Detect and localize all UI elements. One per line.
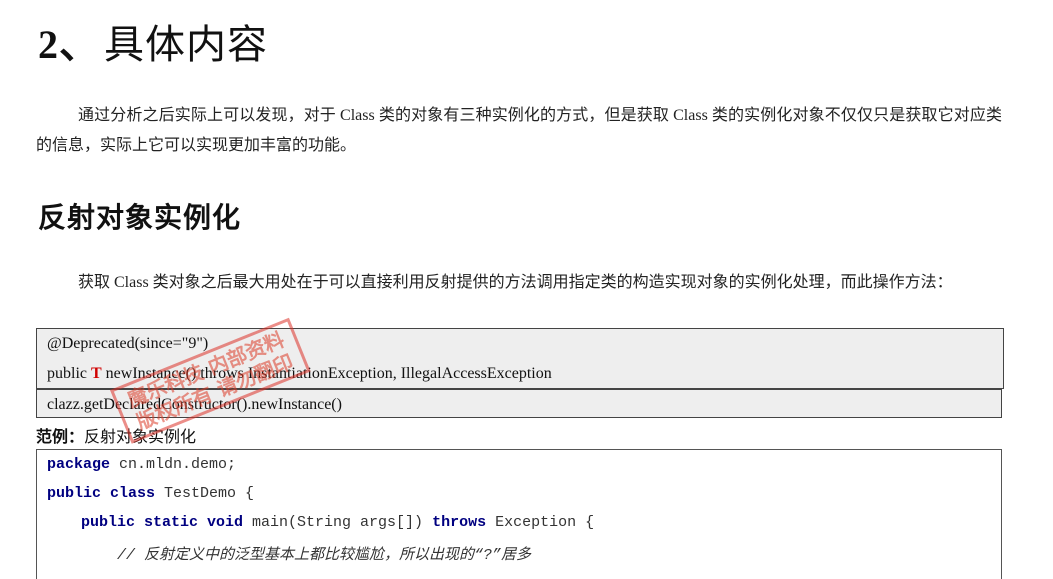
signature-prefix: public	[47, 365, 91, 382]
code-line-4-comment: // 反射定义中的泛型基本上都比较尴尬，所以出现的“?”居多	[117, 547, 532, 564]
section-heading: 2、 具体内容	[38, 12, 268, 70]
section-title: 具体内容	[104, 22, 268, 67]
section-number: 2、	[38, 22, 100, 67]
code-text: main(String args[])	[243, 514, 433, 531]
subsection-title: 反射对象实例化	[38, 202, 242, 233]
code-line-2: public class TestDemo {	[47, 485, 254, 502]
code-keyword: public static void	[81, 514, 244, 531]
code-keyword: package	[47, 456, 111, 473]
code-keyword: throws	[432, 514, 487, 531]
code-keyword: public class	[47, 485, 156, 502]
method-signature: public T newInstance() throws Instantiat…	[37, 358, 1003, 388]
code-line-3: public static void main(String args[]) t…	[81, 514, 594, 531]
generic-type-t: T	[91, 365, 102, 382]
example-label-prefix: 范例：	[36, 429, 85, 446]
subsection-paragraph: 获取 Class 类对象之后最大用处在于可以直接利用反射提供的方法调用指定类的构…	[78, 274, 953, 291]
deprecated-annotation: @Deprecated(since="9")	[47, 335, 209, 352]
code-text: cn.mldn.demo;	[110, 456, 237, 473]
code-line-1: package cn.mldn.demo;	[47, 456, 236, 473]
method-signature-box: @Deprecated(since="9") public T newInsta…	[36, 328, 1004, 389]
intro-paragraph: 通过分析之后实际上可以发现，对于 Class 类的对象有三种实例化的方式，但是获…	[36, 107, 1002, 154]
example-label: 范例：反射对象实例化	[36, 423, 196, 447]
code-text: Exception {	[486, 514, 595, 531]
replacement-call-box: clazz.getDeclaredConstructor().newInstan…	[36, 389, 1002, 418]
signature-suffix: newInstance() throws InstantiationExcept…	[101, 365, 552, 382]
code-block: package cn.mldn.demo; public class TestD…	[36, 449, 1002, 579]
code-text: TestDemo {	[155, 485, 255, 502]
example-label-text: 反射对象实例化	[84, 429, 197, 446]
